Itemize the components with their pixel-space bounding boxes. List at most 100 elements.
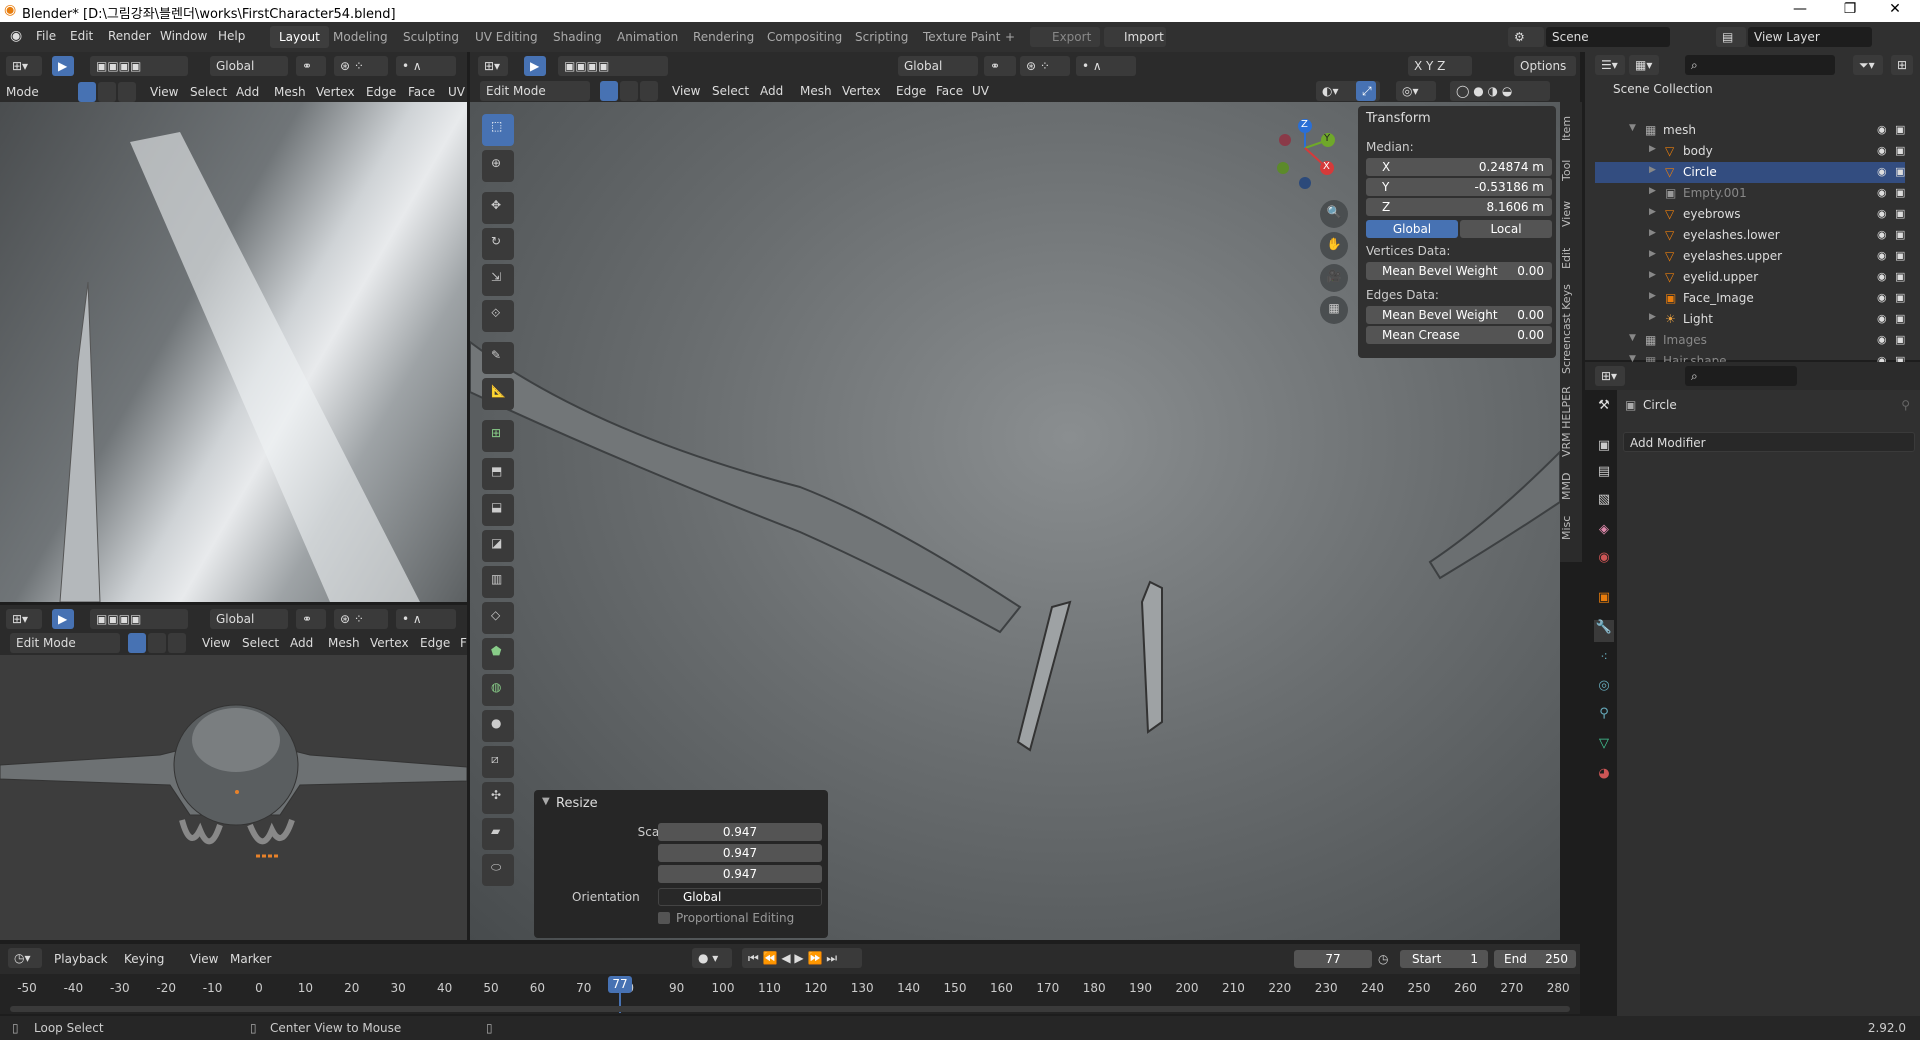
output-tab-icon[interactable]: ▤	[1594, 464, 1614, 486]
edge-select-icon[interactable]	[98, 82, 116, 102]
keying-menu[interactable]: Keying	[124, 952, 164, 966]
menu-vertex[interactable]: Vertex	[316, 85, 355, 99]
bevel-tool[interactable]: ◪	[482, 530, 514, 562]
pin-icon[interactable]: ⚲	[1901, 398, 1910, 412]
current-frame-field[interactable]: 77	[1294, 950, 1372, 968]
timeline-view-menu[interactable]: View	[190, 952, 218, 966]
collapse-icon[interactable]: ▼	[542, 796, 550, 807]
world-tab-icon[interactable]: ◉	[1594, 550, 1614, 572]
outliner-editor-icon[interactable]: ☰▾	[1595, 55, 1625, 75]
menu-uv[interactable]: UV	[972, 84, 989, 98]
knife-tool[interactable]: ◇	[482, 602, 514, 634]
render-camera-icon[interactable]: ▣	[1895, 228, 1905, 241]
menu-mesh[interactable]: Mesh	[328, 636, 360, 650]
render-tab-icon[interactable]: ▣	[1594, 438, 1614, 460]
menu-edge[interactable]: Edge	[366, 85, 396, 99]
mean-crease-field[interactable]: Mean Crease 0.00	[1366, 326, 1552, 344]
select-mode-icons[interactable]: ▣▣▣▣	[90, 609, 188, 629]
mirror-xyz-icons[interactable]: X Y Z	[1408, 56, 1472, 76]
playback-controls[interactable]: ⏮ ⏪ ◀ ▶ ⏩ ⏭	[742, 948, 862, 968]
expand-arrow-icon[interactable]: ▼	[1629, 123, 1636, 133]
left-bottom-viewport[interactable]	[0, 655, 467, 940]
proportional-icon[interactable]: • ∧	[1076, 56, 1136, 76]
start-frame-field[interactable]: Start 1	[1400, 950, 1488, 968]
pan-hand-icon[interactable]: ✋	[1320, 232, 1348, 260]
transform-tool[interactable]: ⟐	[482, 300, 514, 332]
add-modifier-dropdown[interactable]: Add Modifier	[1623, 432, 1915, 452]
select-mode-icons[interactable]: ▣▣▣▣	[90, 56, 188, 76]
render-camera-icon[interactable]: ▣	[1895, 270, 1905, 283]
view-layer-tab-icon[interactable]: ▧	[1594, 492, 1614, 514]
menu-view[interactable]: View	[672, 84, 700, 98]
tool-tab-icon[interactable]: ⚒	[1594, 398, 1614, 420]
expand-arrow-icon[interactable]: ▶	[1649, 249, 1656, 259]
select-tool-icon[interactable]: ▶	[524, 56, 546, 76]
render-camera-icon[interactable]: ▣	[1895, 207, 1905, 220]
maximize-button[interactable]: ❐	[1830, 1, 1870, 17]
menu-view[interactable]: View	[202, 636, 230, 650]
material-tab-icon[interactable]: ◕	[1594, 766, 1614, 788]
vertex-select-icon[interactable]	[78, 82, 96, 102]
new-collection-icon[interactable]: ⊞	[1891, 55, 1913, 75]
expand-arrow-icon[interactable]: ▶	[1649, 270, 1656, 280]
poly-build-tool[interactable]: ⬟	[482, 638, 514, 670]
expand-arrow-icon[interactable]: ▶	[1649, 207, 1656, 217]
playhead[interactable]: 77	[608, 976, 632, 993]
median-y-field[interactable]: Y -0.53186 m	[1366, 178, 1552, 196]
outliner-row[interactable]: ▶ ▽ eyelid.upper ◉ ▣	[1595, 267, 1905, 288]
spin-tool[interactable]: ◍	[482, 674, 514, 706]
modifier-tab-icon[interactable]: 🔧	[1594, 620, 1614, 642]
menu-add[interactable]: Add	[760, 84, 783, 98]
gizmo-toggle-icon[interactable]: ⤢	[1356, 81, 1376, 101]
visibility-eye-icon[interactable]: ◉	[1877, 333, 1887, 346]
outliner-search-input[interactable]: ⌕	[1685, 55, 1835, 75]
menu-render[interactable]: Render	[108, 29, 151, 43]
select-box-tool[interactable]: ⬚	[482, 114, 514, 146]
menu-select[interactable]: Select	[190, 85, 227, 99]
mode-dropdown[interactable]: Edit Mode	[10, 633, 120, 653]
menu-edge[interactable]: Edge	[420, 636, 450, 650]
menu-add[interactable]: Add	[236, 85, 259, 99]
select-tool-icon[interactable]: ▶	[52, 609, 74, 629]
outliner-row[interactable]: ▶ ▣ Face_Image ◉ ▣	[1595, 288, 1905, 309]
sidebar-tab-edit[interactable]: Edit	[1560, 240, 1582, 276]
measure-tool[interactable]: 📐	[482, 378, 514, 410]
render-camera-icon[interactable]: ▣	[1895, 165, 1905, 178]
face-select-icon[interactable]	[640, 81, 658, 101]
data-tab-icon[interactable]: ▽	[1594, 736, 1614, 758]
local-toggle[interactable]: Local	[1460, 220, 1552, 238]
expand-arrow-icon[interactable]: ▼	[1629, 333, 1636, 343]
edge-select-icon[interactable]	[148, 633, 166, 653]
blender-menu-icon[interactable]: ◉	[10, 28, 22, 44]
tab-compositing[interactable]: Compositing	[758, 26, 851, 48]
transform-title[interactable]: Transform	[1366, 111, 1431, 126]
tab-sculpting[interactable]: Sculpting	[394, 26, 468, 48]
render-camera-icon[interactable]: ▣	[1895, 249, 1905, 262]
outliner-row[interactable]: ▼ ▦ Images ◉ ▣	[1595, 330, 1905, 351]
visibility-eye-icon[interactable]: ◉	[1877, 228, 1887, 241]
sidebar-tab-view[interactable]: View	[1560, 196, 1582, 232]
view-layer-icon[interactable]: ▤	[1716, 27, 1746, 47]
constraints-tab-icon[interactable]: ⚲	[1594, 706, 1614, 728]
particles-tab-icon[interactable]: ⁖	[1594, 650, 1614, 672]
proportional-icon[interactable]: • ∧	[396, 56, 456, 76]
left-top-viewport[interactable]	[0, 102, 467, 602]
render-camera-icon[interactable]: ▣	[1895, 144, 1905, 157]
orientation-dropdown[interactable]: Global	[898, 56, 978, 76]
move-tool[interactable]: ✥	[482, 192, 514, 224]
menu-window[interactable]: Window	[160, 29, 207, 43]
object-tab-icon[interactable]: ▣	[1594, 590, 1614, 612]
menu-add[interactable]: Add	[290, 636, 313, 650]
visibility-eye-icon[interactable]: ◉	[1877, 165, 1887, 178]
tab-uv-editing[interactable]: UV Editing	[466, 26, 547, 48]
shear-tool[interactable]: ▰	[482, 818, 514, 850]
record-icon[interactable]: ● ▾	[692, 948, 732, 968]
inset-tool[interactable]: ⬓	[482, 494, 514, 526]
snap-icon[interactable]: ⊛ ⁘	[334, 56, 388, 76]
render-camera-icon[interactable]: ▣	[1895, 291, 1905, 304]
playback-menu[interactable]: Playback	[54, 952, 108, 966]
scale-z-field[interactable]: 0.947	[658, 865, 822, 883]
overlay-icon[interactable]: ◎▾	[1396, 81, 1436, 101]
expand-arrow-icon[interactable]: ▶	[1649, 291, 1656, 301]
filter-icon[interactable]: ⏷▾	[1853, 55, 1883, 75]
